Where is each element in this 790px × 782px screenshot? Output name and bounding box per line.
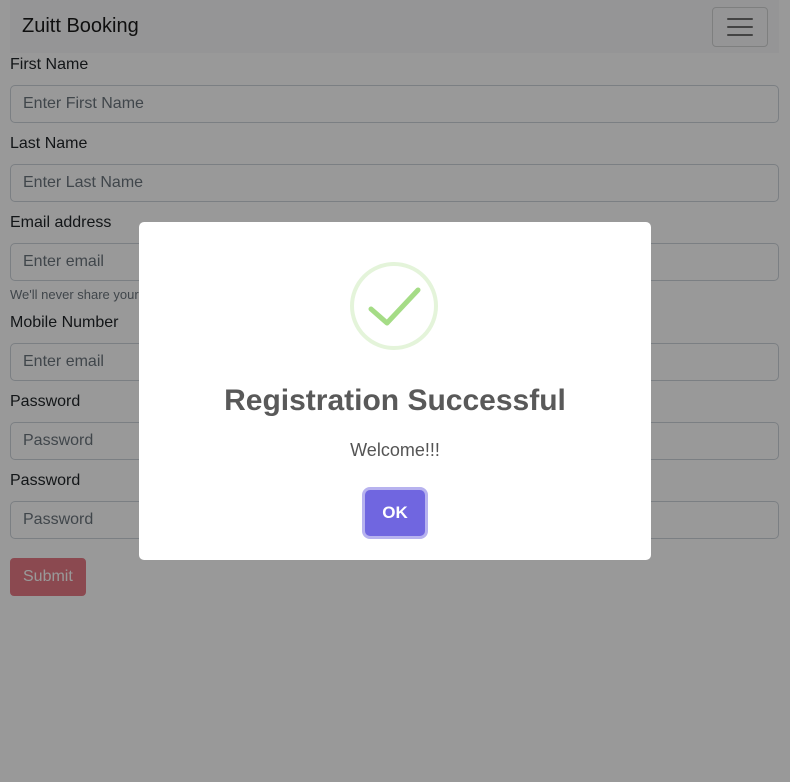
success-dialog: Registration Successful Welcome!!! OK <box>139 222 651 560</box>
dialog-message: Welcome!!! <box>350 440 440 460</box>
success-check-icon <box>350 262 438 350</box>
ok-button[interactable]: OK <box>365 490 425 536</box>
dialog-title: Registration Successful <box>224 384 566 417</box>
